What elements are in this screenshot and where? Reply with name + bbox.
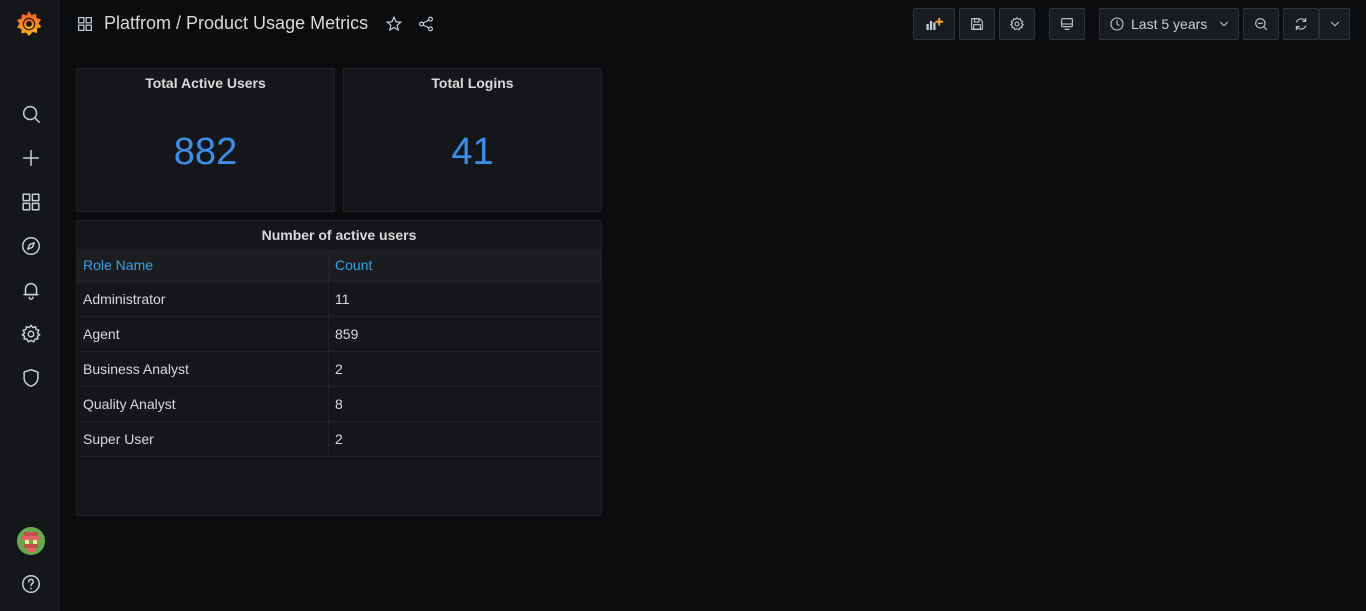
- top-bar: Platfrom / Product Usage Metrics Last 5 …: [60, 0, 1366, 48]
- column-header-count[interactable]: Count: [329, 249, 601, 281]
- save-button[interactable]: [959, 8, 995, 40]
- sidebar: [0, 0, 60, 611]
- settings-button[interactable]: [999, 8, 1035, 40]
- table-row: Agent 859: [77, 317, 601, 352]
- refresh-icon: [1295, 17, 1307, 31]
- gear-icon: [1010, 17, 1024, 31]
- stat-value: 41: [451, 131, 494, 173]
- table-cell-role: Administrator: [77, 282, 329, 316]
- save-icon: [971, 18, 983, 30]
- shield-icon[interactable]: [18, 365, 44, 391]
- add-panel-button[interactable]: [913, 8, 955, 40]
- compass-icon[interactable]: [18, 233, 44, 259]
- table-cell-count: 11: [335, 291, 350, 307]
- bell-icon[interactable]: [18, 277, 44, 303]
- table-row: Quality Analyst 8: [77, 387, 601, 422]
- table-row: Super User 2: [77, 422, 601, 457]
- table-cell-count: 859: [335, 326, 359, 342]
- table: Role Name Count Administrator 11 Agent 8…: [77, 249, 601, 457]
- refresh-button[interactable]: [1283, 8, 1319, 40]
- table-cell-count: 8: [335, 396, 343, 412]
- table-header: Role Name Count: [77, 249, 601, 282]
- stat-panel-active-users[interactable]: Total Active Users 882: [76, 68, 335, 212]
- plus-icon[interactable]: [18, 145, 44, 171]
- table-panel-active-users[interactable]: Number of active users Role Name Count A…: [76, 220, 602, 516]
- add-panel-icon: [926, 17, 944, 30]
- table-cell-role: Super User: [77, 422, 329, 456]
- grafana-logo-icon[interactable]: [13, 8, 45, 40]
- dashboards-icon: [78, 16, 92, 31]
- table-row: Business Analyst 2: [77, 352, 601, 387]
- clock-icon: [1110, 17, 1124, 31]
- star-icon[interactable]: [384, 14, 404, 34]
- page-title[interactable]: Platfrom / Product Usage Metrics: [104, 13, 368, 34]
- table-cell-role: Quality Analyst: [77, 387, 329, 421]
- stat-value: 882: [173, 131, 238, 173]
- table-row: Administrator 11: [77, 282, 601, 317]
- table-cell-count: 2: [335, 431, 343, 447]
- avatar[interactable]: [17, 527, 45, 555]
- zoom-out-button[interactable]: [1243, 8, 1279, 40]
- chevron-down-icon: [1220, 21, 1229, 27]
- time-range-picker[interactable]: Last 5 years: [1099, 8, 1239, 40]
- stat-panel-total-logins[interactable]: Total Logins 41: [343, 68, 602, 212]
- chevron-down-icon: [1330, 21, 1339, 27]
- tv-mode-button[interactable]: [1049, 8, 1085, 40]
- panel-title[interactable]: Number of active users: [77, 227, 601, 243]
- dashboards-icon[interactable]: [18, 189, 44, 215]
- zoom-out-icon: [1255, 18, 1268, 31]
- table-cell-role: Business Analyst: [77, 352, 329, 386]
- search-icon[interactable]: [18, 101, 44, 127]
- gear-icon[interactable]: [18, 321, 44, 347]
- monitor-icon: [1061, 18, 1073, 30]
- table-cell-count: 2: [335, 361, 343, 377]
- refresh-interval-dropdown[interactable]: [1319, 8, 1350, 40]
- help-icon[interactable]: [18, 571, 44, 597]
- table-cell-role: Agent: [77, 317, 329, 351]
- panel-title[interactable]: Total Active Users: [77, 75, 334, 91]
- time-range-label: Last 5 years: [1131, 16, 1208, 32]
- column-header-role-name[interactable]: Role Name: [77, 249, 329, 281]
- share-icon[interactable]: [416, 14, 436, 34]
- breadcrumb: Platfrom / Product Usage Metrics: [76, 13, 436, 34]
- panel-title[interactable]: Total Logins: [344, 75, 601, 91]
